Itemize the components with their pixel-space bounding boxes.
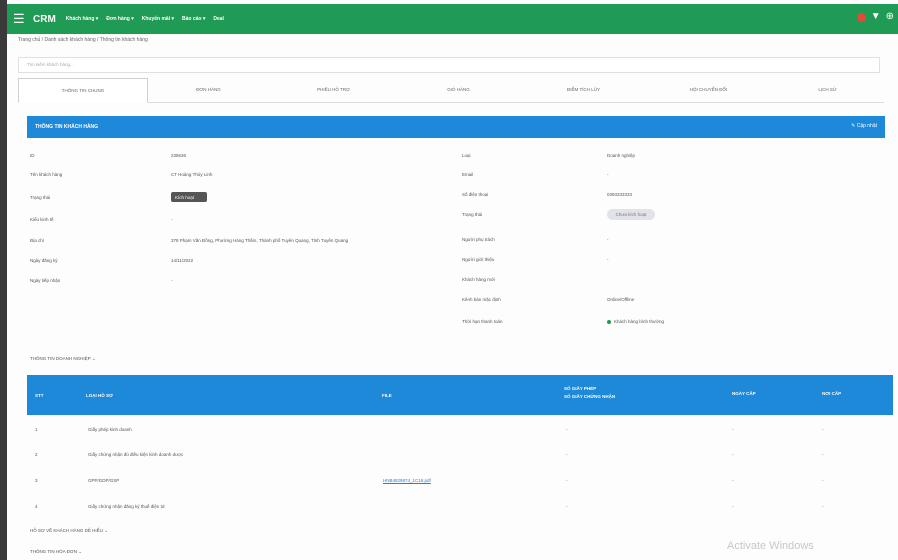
search-placeholder: Tìm kiếm khách hàng... — [27, 62, 74, 67]
tab-general-info[interactable]: THÔNG TIN CHUNG — [18, 78, 148, 103]
field-label-new-customer: Khách hàng mới — [462, 277, 495, 282]
table-cell-place: - — [822, 452, 824, 457]
section-customer-docs[interactable]: HỒ SƠ VỀ KHÁCH HÀNG DỄ HIỂU ⌄ — [30, 528, 108, 534]
field-label-address: Địa chỉ — [30, 238, 44, 243]
status-value: Kích hoạt — [175, 194, 195, 200]
section-business-info[interactable]: THÔNG TIN DOANH NGHIỆP ⌄ — [30, 356, 96, 362]
table-cell-type: Giấy chứng nhận đủ điều kiện kinh doanh … — [88, 452, 184, 457]
field-label-phone: Số điện thoại — [462, 192, 489, 197]
field-value-id: 238636 — [171, 153, 187, 158]
status-dropdown[interactable]: Kích hoạt — [171, 192, 207, 202]
tab-loyalty-points[interactable]: ĐIỂM TÍCH LŨY — [521, 78, 646, 101]
field-value-owner: - — [607, 237, 609, 242]
app-window: ☰ CRM Khách hàng ▾ Đơn hàng ▾ Khuyến mãi… — [0, 0, 898, 560]
table-cell-place: - — [822, 504, 824, 509]
payment-term-text: Khách hàng bình thường — [614, 319, 665, 324]
field-label-type: Loại — [462, 153, 471, 158]
field-value-email: - — [607, 172, 609, 177]
field-label-status: Trạng thái — [30, 195, 51, 200]
table-cell-stt: 3 — [35, 478, 38, 483]
nav-menu-deal[interactable]: Deal — [213, 16, 224, 22]
table-cell-place: - — [822, 427, 824, 432]
table-cell-type: Giấy chứng nhận đăng ký thuế điện tử — [88, 504, 165, 509]
search-input[interactable]: Tìm kiếm khách hàng... — [18, 57, 880, 73]
tab-support-tickets[interactable]: PHIẾU HỖ TRỢ — [271, 78, 396, 101]
field-value-phone: 0393333333 — [607, 192, 633, 197]
field-value-payment-term: Khách hàng bình thường — [607, 319, 664, 324]
field-label-status-right: Trạng thái — [462, 212, 483, 217]
window-border — [0, 0, 7, 560]
table-cell-date: - — [732, 478, 734, 483]
topbar-actions: ▼ ⊕ — [856, 12, 894, 22]
top-navbar: ☰ CRM Khách hàng ▾ Đơn hàng ▾ Khuyến mãi… — [7, 4, 898, 34]
field-value-referrer: - — [607, 257, 609, 262]
filter-icon[interactable]: ▼ — [871, 12, 881, 22]
field-value-receive-date: - — [171, 278, 173, 283]
nav-menu-customers[interactable]: Khách hàng ▾ — [66, 16, 99, 22]
field-label-id: ID — [30, 153, 35, 158]
field-label-referrer: Người giới thiệu — [462, 257, 495, 262]
tab-conversion[interactable]: HỘI CHUYỂN ĐỔI — [646, 78, 771, 101]
user-icon[interactable]: ⊕ — [886, 12, 894, 22]
table-cell-date: - — [732, 504, 734, 509]
field-value-name: CT Hoàng Thủy Linh — [171, 172, 213, 177]
table-cell-stt: 1 — [35, 427, 38, 432]
col-header-issue-date: NGÀY CẤP — [732, 391, 756, 396]
status-dot-icon — [607, 319, 611, 324]
table-cell-stt: 4 — [35, 504, 38, 509]
field-value-register-date: 14/11/2022 — [171, 258, 194, 263]
field-label-receive-date: Ngày tiếp nhận — [30, 278, 61, 283]
app-logo[interactable]: CRM — [33, 14, 56, 25]
col-header-file: FILE — [382, 393, 392, 398]
section-invoice-info[interactable]: THÔNG TIN HÓA ĐƠN ⌄ — [30, 549, 82, 555]
customer-info-header: THÔNG TIN KHÁCH HÀNG ✎ Cập nhật — [27, 116, 885, 138]
field-label-register-date: Ngày đăng ký — [30, 258, 58, 263]
table-cell-type: GPP/GDP/GSP — [88, 478, 120, 483]
tab-cart[interactable]: GIỎ HÀNG — [396, 78, 521, 101]
table-cell-number: - — [566, 478, 568, 483]
table-cell-place: - — [822, 478, 824, 483]
col-header-stt: STT — [35, 393, 44, 398]
field-label-owner: Người phụ trách — [462, 237, 495, 242]
notification-icon[interactable] — [856, 12, 866, 22]
field-label-payment-term: Thời hạn thanh toán — [462, 319, 503, 324]
field-label-default-channel: Kênh bán mặc định — [462, 297, 501, 302]
field-value-economic-type: - — [171, 217, 173, 222]
field-label-economic-type: Kiểu kinh tế — [30, 217, 54, 222]
table-cell-number: - — [566, 504, 568, 509]
table-cell-number: - — [566, 452, 568, 457]
nav-menu-promotions[interactable]: Khuyến mãi ▾ — [142, 16, 174, 22]
breadcrumb[interactable]: Trang chủ / Danh sách khách hàng / Thông… — [18, 37, 148, 43]
field-label-name: Tên khách hàng — [30, 172, 63, 177]
table-cell-number: - — [566, 427, 568, 432]
table-cell-type: Giấy phép kinh doanh — [88, 427, 132, 432]
field-value-address: 378 Phạm Văn Đồng, Phường Hàng Thầm, Thà… — [171, 238, 349, 243]
file-download-link[interactable]: HNB4829874_1C16.pdf — [383, 478, 431, 483]
hamburger-menu-icon[interactable]: ☰ — [13, 11, 27, 27]
field-label-email: Email — [462, 172, 474, 177]
activation-watermark: Activate Windows — [727, 540, 814, 552]
col-header-issue-place: NƠI CẤP — [822, 391, 842, 396]
tab-bar: THÔNG TIN CHUNG ĐƠN HÀNG PHIẾU HỖ TRỢ GI… — [18, 78, 884, 103]
field-value-type: Doanh nghiệp — [607, 153, 636, 158]
col-header-doc-type: LOẠI HỒ SƠ — [86, 393, 113, 398]
documents-table-header: STT LOẠI HỒ SƠ FILE SỐ GIẤY PHÉP SỐ GIẤY… — [27, 375, 893, 415]
nav-menu-reports[interactable]: Báo cáo ▾ — [182, 16, 205, 22]
table-cell-date: - — [732, 427, 734, 432]
status-badge-label: Chưa kích hoạt — [615, 212, 647, 217]
table-cell-date: - — [732, 452, 734, 457]
field-value-default-channel: Online/Offline — [607, 297, 635, 302]
panel-title: THÔNG TIN KHÁCH HÀNG — [35, 124, 99, 130]
tab-orders[interactable]: ĐƠN HÀNG — [146, 78, 271, 101]
col-header-license-number: SỐ GIẤY PHÉP SỐ GIẤY CHỨNG NHẬN — [564, 386, 616, 399]
table-cell-stt: 2 — [35, 452, 38, 457]
edit-button[interactable]: ✎ Cập nhật — [851, 123, 877, 129]
nav-menu-orders[interactable]: Đơn hàng ▾ — [106, 16, 133, 22]
tab-history[interactable]: LỊCH SỬ — [771, 78, 884, 101]
status-badge: Chưa kích hoạt — [607, 209, 655, 220]
